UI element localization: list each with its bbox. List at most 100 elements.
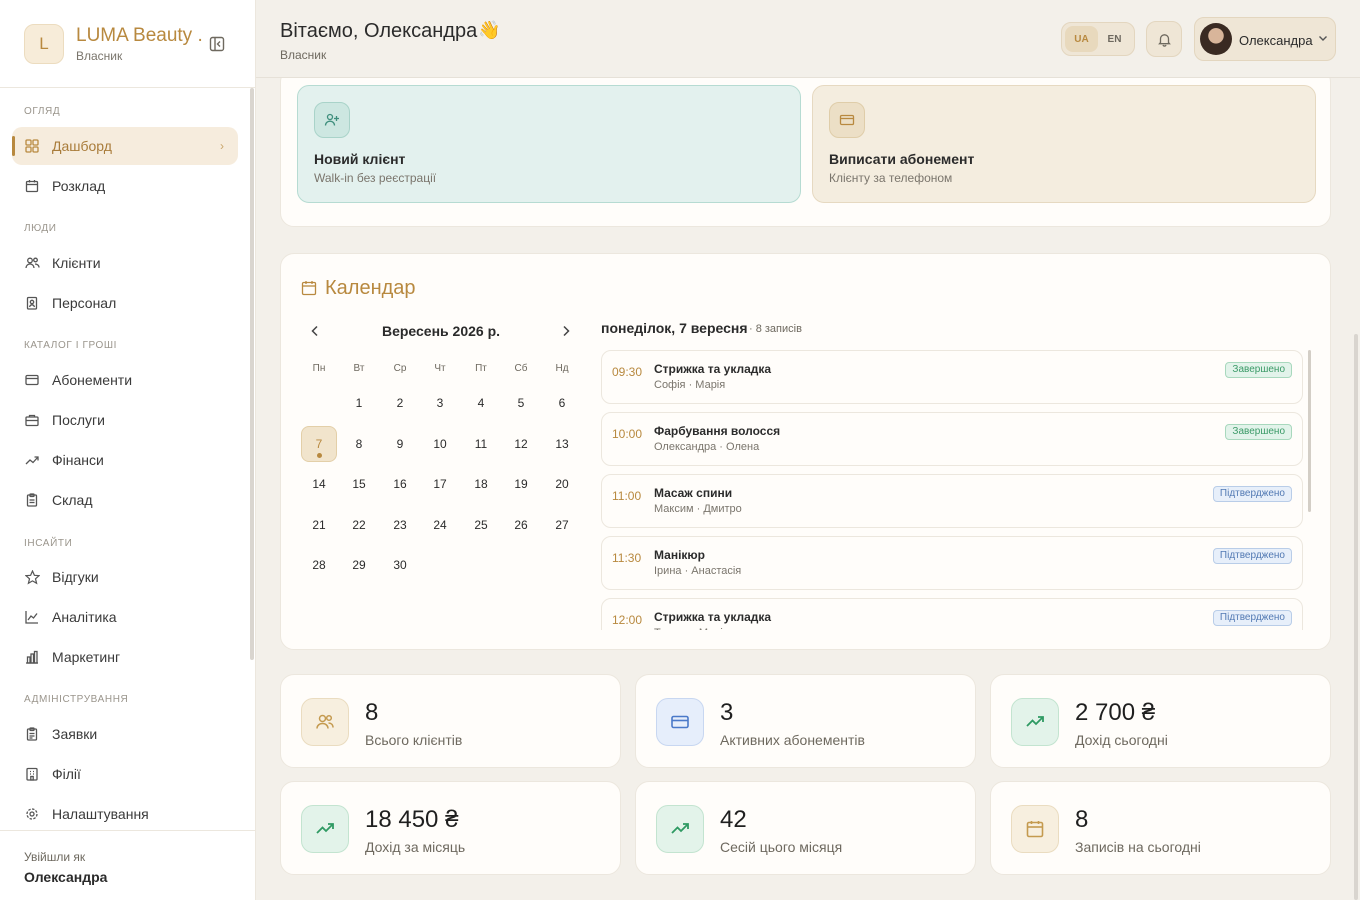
issue-membership-action[interactable]: Виписати абонемент Клієнту за телефоном [812,85,1316,203]
appointment-item[interactable]: 11:00 Масаж спини Максим · Дмитро Підтвердж… [601,474,1303,528]
logged-in-user: Увійшли як Олександра [0,830,256,900]
calendar-day[interactable]: 11 [463,426,499,462]
sidebar-item-reviews[interactable]: Відгуки [12,558,238,596]
nav-section-people: Люди [24,223,57,234]
calendar-day[interactable]: 7 [301,425,337,462]
sidebar-item-settings[interactable]: Налаштування [12,795,238,830]
calendar-day[interactable]: 29 [341,547,377,583]
calendar-day[interactable]: 20 [544,466,580,502]
sidebar-item-label: Маркетинг [52,649,121,665]
sidebar-item-label: Філії [52,766,81,782]
calendar-day[interactable]: 4 [463,385,499,421]
appointment-item[interactable]: 10:00 Фарбування волосся Олександра · Олен… [601,412,1303,466]
calendar-day[interactable]: 12 [503,426,539,462]
appointment-time: 12:00 [612,613,643,627]
appointment-service: Фарбування волосся [654,424,781,438]
appointment-list: 09:30 Стрижка та укладка Софія · Марія Заве… [601,350,1313,630]
nav-section-insights: Інсайти [24,538,73,549]
calendar-day[interactable]: 27 [544,507,580,543]
status-badge: Підтверджено [1212,610,1292,626]
top-header: Вітаємо, Олександра 👋 Власник UA EN Олек… [256,0,1360,78]
calendar-day[interactable]: 1 [341,385,377,421]
page-scrollbar[interactable] [1354,334,1358,900]
sidebar-item-requests[interactable]: Заявки [12,715,238,753]
calendar-day[interactable]: 10 [422,426,458,462]
appointment-item[interactable]: 12:00 Стрижка та укладка Тетяна · Марія Під… [601,598,1303,630]
users-icon [301,698,349,746]
calendar-day[interactable]: 9 [382,426,418,462]
calendar-day[interactable]: 3 [422,385,458,421]
calendar-day[interactable]: 8 [341,426,377,462]
lang-en-button[interactable]: EN [1098,26,1131,52]
trend-up-icon [1011,698,1059,746]
appointment-list-scrollbar[interactable] [1308,350,1311,512]
sidebar-nav: Огляд Дашборд › Розклад Люди Клієнти Пер… [0,88,256,830]
stat-value: 18 450 ₴ [365,806,459,833]
stat-label: Всього клієнтів [365,732,463,748]
sidebar-item-analytics[interactable]: Аналітика [12,598,238,636]
chart-line-icon [24,609,40,625]
briefcase-icon [24,412,40,428]
sidebar-collapse-icon[interactable] [209,36,225,52]
calendar-day[interactable]: 21 [301,507,337,543]
sidebar-item-staff[interactable]: Персонал [12,284,238,322]
sidebar-item-warehouse[interactable]: Склад [12,481,238,519]
month-label: Вересень 2026 р. [381,323,501,339]
sidebar-item-memberships[interactable]: Абонементи [12,361,238,399]
calendar-day[interactable]: 28 [301,547,337,583]
sidebar-item-dashboard[interactable]: Дашборд › [12,127,238,165]
calendar-day[interactable]: 13 [544,426,580,462]
sidebar-item-marketing[interactable]: Маркетинг [12,638,238,676]
clipboard-list-icon [24,726,40,742]
lang-ua-button[interactable]: UA [1065,26,1098,52]
calendar-day[interactable]: 18 [463,466,499,502]
action-subtitle: Клієнту за телефоном [829,171,953,185]
card-icon [829,102,865,138]
new-client-action[interactable]: Новий клієнт Walk-in без реєстрації [297,85,801,203]
calendar-day[interactable]: 25 [463,507,499,543]
wave-emoji: 👋 [478,20,501,40]
sidebar-item-finance[interactable]: Фінанси [12,441,238,479]
trend-icon [24,452,40,468]
calendar-day[interactable]: 6 [544,385,580,421]
calendar-day[interactable]: 16 [382,466,418,502]
sidebar-item-schedule[interactable]: Розклад [12,167,238,205]
profile-menu-button[interactable]: Олександра [1194,17,1336,61]
appointment-item[interactable]: 09:30 Стрижка та укладка Софія · Марія Заве… [601,350,1303,404]
calendar-day[interactable]: 26 [503,507,539,543]
chevron-down-icon [1319,36,1327,41]
sidebar-item-branches[interactable]: Філії [12,755,238,793]
weekday-label: Пт [475,363,487,374]
appointment-item[interactable]: 11:30 Манікюр Ірина · Анастасія Підтверджен… [601,536,1303,590]
calendar-day[interactable]: 17 [422,466,458,502]
calendar-day[interactable]: 5 [503,385,539,421]
sidebar-item-clients[interactable]: Клієнти [12,244,238,282]
calendar-day[interactable]: 22 [341,507,377,543]
calendar-day[interactable]: 30 [382,547,418,583]
stat-card: 3 Активних абонементів [635,674,976,768]
previous-month-button[interactable] [308,324,322,338]
card-icon [24,372,40,388]
calendar-day[interactable]: 23 [382,507,418,543]
language-switcher: UA EN [1061,22,1135,56]
sidebar-scrollbar[interactable] [250,88,254,660]
calendar-day[interactable]: 15 [341,466,377,502]
badge-icon [24,295,40,311]
trend-up-icon [656,805,704,853]
building-icon [24,766,40,782]
stat-label: Дохід за місяць [365,839,466,855]
status-badge: Завершено [1225,362,1292,378]
calendar-day[interactable]: 14 [301,466,337,502]
main-content: Новий клієнт Walk-in без реєстрації Випи… [256,78,1351,900]
calendar-day[interactable]: 19 [503,466,539,502]
sidebar-item-services[interactable]: Послуги [12,401,238,439]
calendar-day[interactable]: 2 [382,385,418,421]
sidebar-item-label: Заявки [52,726,98,742]
calendar-day[interactable]: 24 [422,507,458,543]
clipboard-icon [24,492,40,508]
brand-block: L LUMA Beauty ... Власник [0,0,256,88]
next-month-button[interactable] [559,324,573,338]
action-title: Виписати абонемент [829,151,975,167]
notifications-button[interactable] [1146,21,1182,57]
stat-card: 8 Всього клієнтів [280,674,621,768]
